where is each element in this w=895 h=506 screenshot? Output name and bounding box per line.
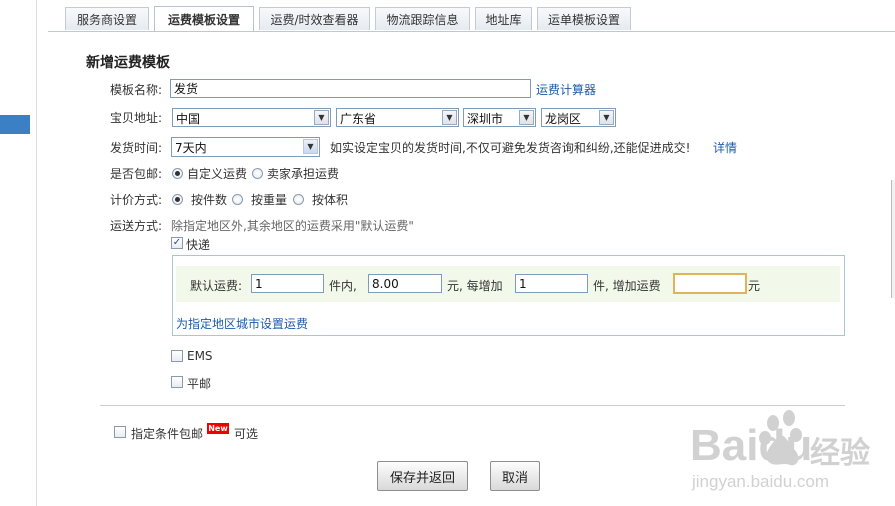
radio-by-piece-label: 按件数	[191, 193, 228, 207]
radio-by-volume[interactable]	[293, 194, 304, 205]
city-value: 深圳市	[467, 112, 504, 126]
ship-time-details-link[interactable]: 详情	[713, 139, 737, 156]
radio-by-weight[interactable]	[232, 194, 243, 205]
tab-waybill-template[interactable]: 运单模板设置	[537, 7, 631, 30]
chevron-down-icon: ▼	[303, 139, 318, 154]
tab-address-book[interactable]: 地址库	[475, 7, 532, 30]
template-name-input[interactable]	[170, 79, 531, 98]
radio-by-weight-label: 按重量	[251, 193, 288, 207]
district-value: 龙岗区	[545, 112, 582, 126]
first-fee-input[interactable]	[368, 274, 442, 293]
baidu-paw-logo: Baidu 经验 jingyan.baidu.com	[690, 410, 870, 491]
delivery-hint: 除指定地区外,其余地区的运费采用"默认运费"	[171, 219, 414, 233]
save-and-return-button[interactable]: 保存并返回	[377, 461, 468, 491]
chevron-down-icon: ▼	[314, 110, 329, 125]
region-freight-link[interactable]: 为指定地区城市设置运费	[176, 315, 308, 332]
delivery-label: 运送方式:	[110, 219, 163, 233]
ship-time-value: 7天内	[175, 141, 207, 155]
free-shipping-label: 是否包邮:	[110, 167, 163, 181]
optional-text: 可选	[234, 427, 259, 441]
watermark-brand: Baidu	[690, 421, 812, 470]
chevron-down-icon: ▼	[519, 110, 534, 125]
items-within-text: 件内,	[329, 279, 357, 293]
page-title: 新增运费模板	[86, 55, 170, 71]
baidu-jingyan-watermark: Baidu 经验 jingyan.baidu.com	[690, 405, 890, 500]
left-sidebar	[0, 0, 37, 506]
scrollbar[interactable]	[891, 180, 895, 298]
province-select[interactable]: 广东省 ▼	[336, 108, 459, 127]
conditional-free-checkbox[interactable]	[114, 426, 126, 438]
items-add-fee-text: 件, 增加运费	[593, 279, 661, 293]
yuan-each-text: 元, 每增加	[447, 279, 503, 293]
template-name-label: 模板名称:	[110, 83, 163, 97]
radio-seller-pays-label: 卖家承担运费	[267, 167, 340, 181]
additional-fee-input[interactable]	[673, 273, 747, 294]
tab-freight-viewer[interactable]: 运费/时效查看器	[259, 7, 370, 30]
district-select[interactable]: 龙岗区 ▼	[541, 108, 616, 127]
first-quantity-input[interactable]	[251, 274, 324, 293]
pricing-label: 计价方式:	[110, 193, 163, 207]
ship-time-label: 发货时间:	[110, 141, 163, 155]
ems-label: EMS	[187, 349, 213, 363]
chevron-down-icon: ▼	[599, 110, 614, 125]
country-select[interactable]: 中国 ▼	[172, 108, 331, 127]
radio-custom-freight[interactable]	[172, 168, 183, 179]
yuan-text: 元	[748, 279, 761, 293]
surface-mail-checkbox[interactable]	[171, 376, 183, 388]
ship-time-select[interactable]: 7天内 ▼	[171, 137, 320, 157]
surface-mail-label: 平邮	[187, 377, 212, 391]
watermark-cn: 经验	[810, 436, 870, 471]
tab-service-provider[interactable]: 服务商设置	[65, 7, 149, 30]
ems-checkbox[interactable]	[171, 350, 183, 362]
country-value: 中国	[176, 112, 201, 126]
ship-time-hint: 如实设定宝贝的发货时间,不仅可避免发货咨询和纠纷,还能促进成交!	[330, 141, 691, 155]
tab-logistics-tracking[interactable]: 物流跟踪信息	[375, 7, 470, 30]
province-value: 广东省	[340, 112, 377, 126]
additional-quantity-input[interactable]	[515, 274, 588, 293]
express-label: 快递	[186, 238, 211, 252]
express-checkbox[interactable]: ✓	[171, 237, 183, 249]
tab-freight-template[interactable]: 运费模板设置	[154, 6, 254, 31]
city-select[interactable]: 深圳市 ▼	[463, 108, 536, 127]
tab-underline	[48, 31, 895, 32]
radio-seller-pays[interactable]	[252, 168, 263, 179]
default-fee-label: 默认运费:	[190, 279, 243, 293]
radio-custom-freight-label: 自定义运费	[187, 167, 248, 181]
conditional-free-label: 指定条件包邮	[131, 427, 204, 441]
radio-by-volume-label: 按体积	[312, 193, 349, 207]
watermark-url: jingyan.baidu.com	[691, 472, 829, 491]
cancel-button[interactable]: 取消	[490, 461, 540, 491]
address-label: 宝贝地址:	[110, 111, 163, 125]
freight-calculator-link[interactable]: 运费计算器	[536, 81, 596, 98]
sidebar-active-marker[interactable]	[0, 115, 30, 134]
new-badge: New	[207, 423, 229, 434]
chevron-down-icon: ▼	[442, 110, 457, 125]
radio-by-piece[interactable]	[172, 194, 183, 205]
